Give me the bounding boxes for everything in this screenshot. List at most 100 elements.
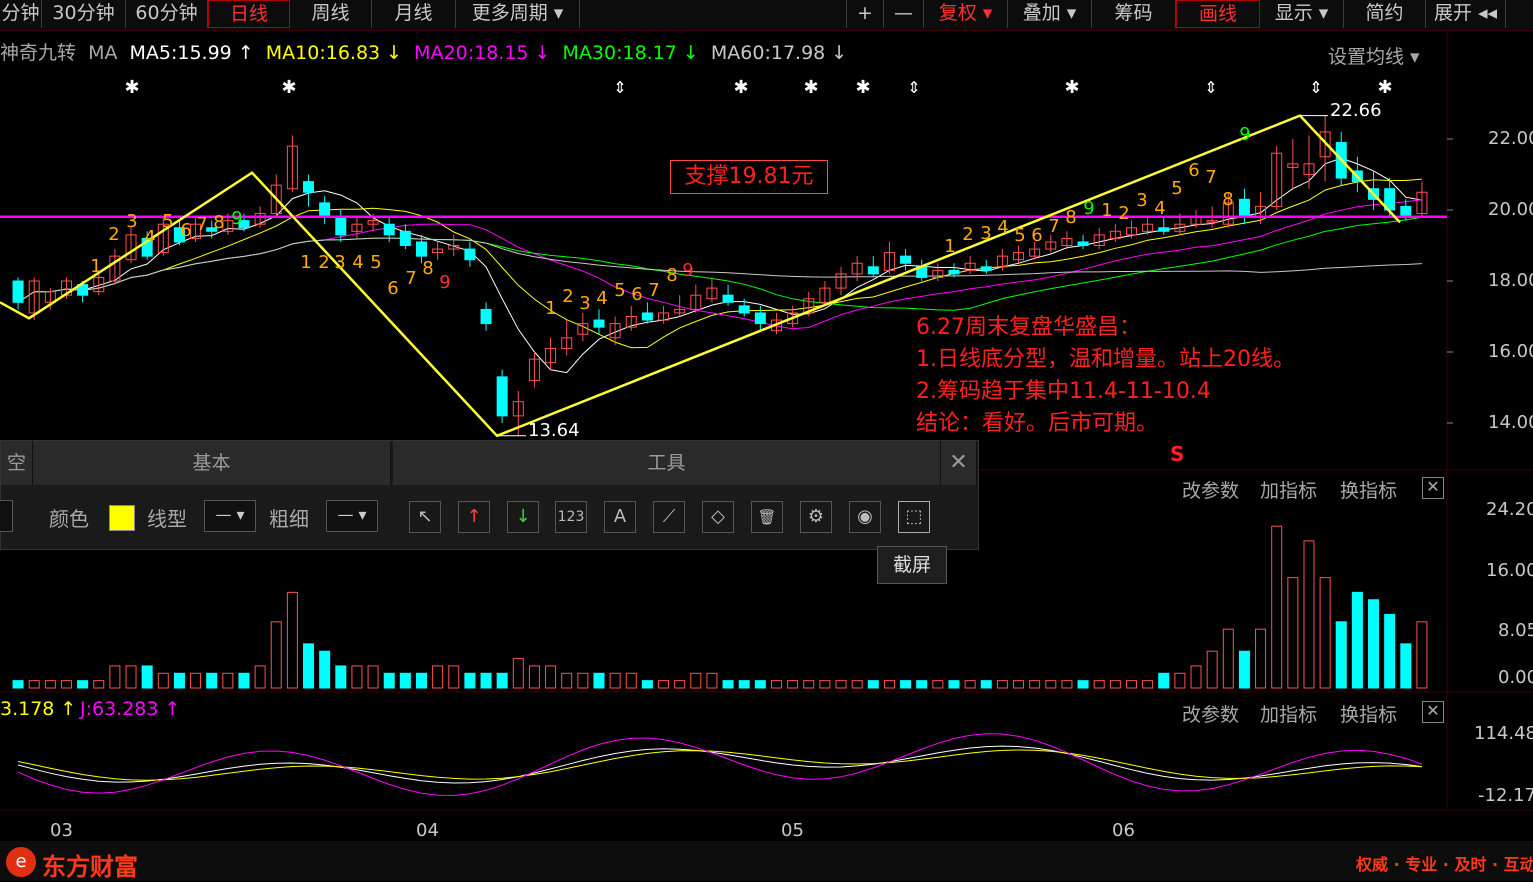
volume-bar xyxy=(173,672,185,689)
candle-body xyxy=(1158,227,1170,232)
volume-bar xyxy=(1271,525,1283,689)
panel-close-icon[interactable]: ✕ xyxy=(941,441,977,485)
kdj-add-indicator[interactable]: 加指标 xyxy=(1260,700,1317,727)
volume-bar xyxy=(787,680,799,689)
volume-bar xyxy=(190,672,202,689)
volume-bar xyxy=(157,672,169,689)
volume-bar xyxy=(1400,643,1412,689)
screenshot-icon[interactable]: ⬚ xyxy=(898,501,930,533)
volume-bar xyxy=(109,665,121,689)
candle-body xyxy=(980,266,992,271)
volume-bar xyxy=(674,680,686,689)
volume-bar xyxy=(1093,680,1105,689)
volume-bar xyxy=(528,665,540,689)
arrow-marker-icon: ⇕ xyxy=(907,78,920,97)
nine-turn-count: 7 xyxy=(648,280,659,301)
eye-icon[interactable]: ◉ xyxy=(849,501,881,533)
volume-bar xyxy=(1287,577,1299,689)
color-swatch[interactable] xyxy=(109,505,135,531)
nine-turn-count: 6 xyxy=(1031,225,1042,246)
nine-turn-count: 9 xyxy=(231,208,242,229)
nine-turn-count: 4 xyxy=(144,227,155,248)
candle-body xyxy=(641,312,653,321)
volume-bar xyxy=(835,680,847,689)
date-tick: 06 xyxy=(1112,820,1135,841)
text-icon[interactable]: A xyxy=(604,501,636,533)
volume-bar xyxy=(206,672,218,689)
gear-icon[interactable]: ⚙ xyxy=(800,501,832,533)
volume-tick: 16.00 xyxy=(1486,560,1533,581)
kdj-close-icon[interactable]: ✕ xyxy=(1422,701,1444,723)
left-select[interactable]: — xyxy=(0,500,13,532)
volume-bar xyxy=(1109,680,1121,689)
volume-bar xyxy=(819,680,831,689)
nine-turn-count: 6 xyxy=(631,284,642,305)
nine-turn-count: 5 xyxy=(1171,178,1182,199)
candle-body xyxy=(415,241,427,257)
number-label-icon[interactable]: 123 xyxy=(555,501,587,533)
candle-body xyxy=(1238,198,1250,218)
nine-turn-count: 3 xyxy=(980,223,991,244)
kdj-switch-indicator[interactable]: 换指标 xyxy=(1340,700,1397,727)
review-annotation[interactable]: 6.27周末复盘华盛昌： 1.日线底分型，温和增量。站上20线。 2.筹码趋于集… xyxy=(916,312,1295,440)
volume-bar xyxy=(1125,680,1137,689)
nine-turn-count: 3 xyxy=(579,293,590,314)
down-arrow-icon[interactable]: ↓ xyxy=(507,501,539,533)
price-tick: 18.00 xyxy=(1488,270,1533,291)
star-marker-icon: ✱ xyxy=(855,77,870,98)
kdj-edit-params[interactable]: 改参数 xyxy=(1182,700,1239,727)
panel-tab-basic[interactable]: 基本 xyxy=(33,441,391,485)
volume-tick: 0.00 xyxy=(1498,667,1533,688)
high-price-label: 22.66 xyxy=(1330,100,1382,121)
up-arrow-icon[interactable]: ↑ xyxy=(458,501,490,533)
annotation-line: 2.筹码趋于集中11.4-11-10.4 xyxy=(916,379,1211,404)
volume-bar xyxy=(1335,621,1347,689)
cursor-icon[interactable]: ↖ xyxy=(409,501,441,533)
nine-turn-count: 7 xyxy=(405,268,416,289)
line-type-select[interactable]: — ▾ xyxy=(204,500,256,532)
eraser-icon[interactable]: ◇ xyxy=(702,501,734,533)
volume-bar xyxy=(1255,628,1267,689)
nine-turn-count: 4 xyxy=(997,217,1008,238)
candle-body xyxy=(399,230,411,247)
volume-bar xyxy=(980,680,992,689)
star-marker-icon: ✱ xyxy=(733,77,748,98)
trash-icon[interactable]: 🗑 xyxy=(751,501,783,533)
volume-bar xyxy=(593,672,605,689)
vol-close-icon[interactable]: ✕ xyxy=(1422,477,1444,499)
volume-bar xyxy=(1416,621,1428,689)
volume-bar xyxy=(1061,680,1073,689)
volume-bar xyxy=(1303,540,1315,689)
color-label: 颜色 xyxy=(49,507,89,531)
annotation-line: 结论：看好。后市可期。 xyxy=(916,411,1159,436)
volume-bar xyxy=(254,665,266,689)
volume-bar xyxy=(383,672,395,689)
kdj-tick: 114.48 xyxy=(1474,723,1533,744)
nine-turn-count: 2 xyxy=(1118,203,1129,224)
low-price-label: 13.64 xyxy=(528,420,580,441)
volume-bar xyxy=(496,672,508,689)
vol-switch-indicator[interactable]: 换指标 xyxy=(1340,476,1397,503)
thickness-select[interactable]: — ▾ xyxy=(326,500,378,532)
panel-tab-left[interactable]: 空 xyxy=(1,441,33,485)
ma60-line xyxy=(17,237,1422,303)
support-label[interactable]: 支撑19.81元 xyxy=(670,160,828,194)
star-marker-icon: ✱ xyxy=(1377,77,1392,98)
vol-add-indicator[interactable]: 加指标 xyxy=(1260,476,1317,503)
panel-tab-tools[interactable]: 工具 xyxy=(393,441,941,485)
volume-tick: 8.05 xyxy=(1498,620,1533,641)
volume-bar xyxy=(658,680,670,689)
volume-bar xyxy=(964,680,976,689)
candle-body xyxy=(900,255,912,264)
volume-bar xyxy=(60,680,72,689)
nine-turn-count: 3 xyxy=(334,252,345,273)
vol-edit-params[interactable]: 改参数 xyxy=(1182,476,1239,503)
volume-bar xyxy=(303,643,315,689)
volume-bar xyxy=(1142,680,1154,689)
volume-bar xyxy=(738,680,750,689)
nine-turn-count: 8 xyxy=(1222,189,1233,210)
screenshot-tooltip: 截屏 xyxy=(877,546,947,584)
ruler-icon[interactable]: ⟋ xyxy=(653,501,685,533)
candle-body xyxy=(383,223,395,236)
line-type-label: 线型 xyxy=(147,507,187,531)
